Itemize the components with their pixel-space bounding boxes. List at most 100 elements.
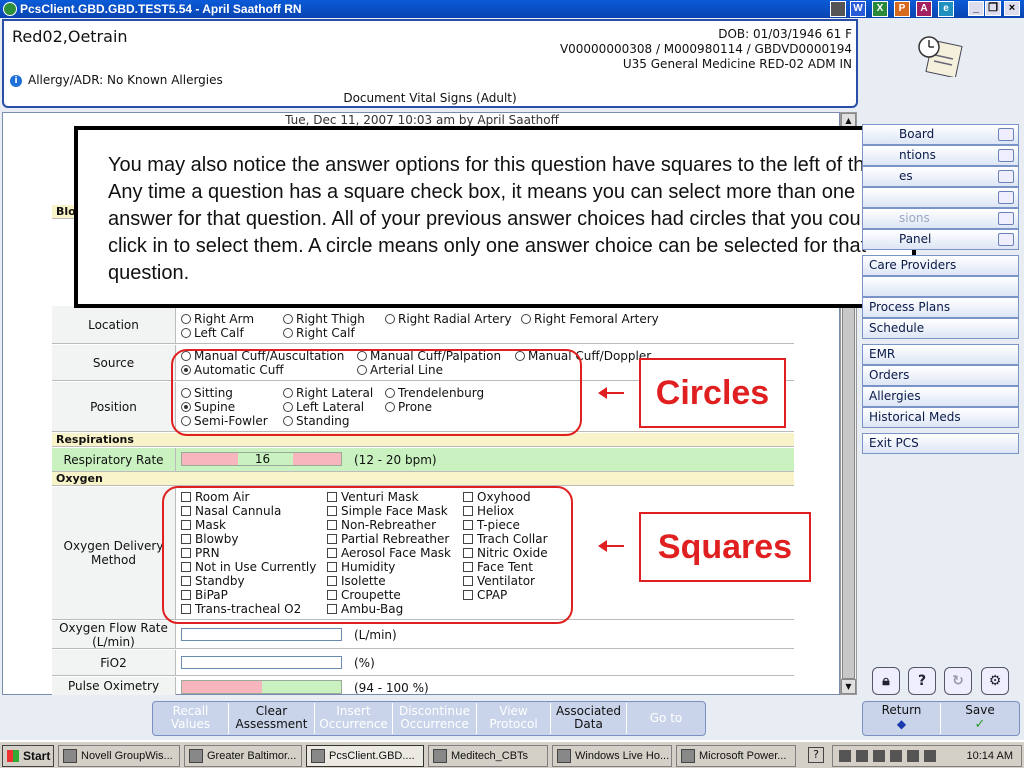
clock-text: 10:14 AM <box>966 750 1013 762</box>
save-button[interactable]: Save ✓ <box>941 703 1019 734</box>
system-tray: 10:14 AM <box>832 745 1022 767</box>
clear-assessment-button[interactable]: Clear Assessment <box>229 703 315 734</box>
restore-button[interactable]: ❐ <box>985 1 1001 16</box>
sidebar-item[interactable]: ntions <box>862 145 1019 166</box>
taskbar-app-icon <box>433 749 447 763</box>
respiratory-rate-label: Respiratory Rate <box>52 448 176 471</box>
taskbar-item[interactable]: Novell GroupWis... <box>58 745 180 767</box>
clipboard-clock-icon[interactable] <box>915 35 967 77</box>
radio-icon <box>521 314 531 324</box>
app-icon <box>3 2 17 16</box>
toolbar-app-icon[interactable] <box>830 1 846 17</box>
patient-header: Red02,Oetrain DOB: 01/03/1946 61 F V0000… <box>2 19 858 108</box>
pulse-oximetry-field[interactable] <box>181 680 342 694</box>
oxygen-flow-input[interactable] <box>181 628 342 641</box>
window-title: PcsClient.GBD.GBD.TEST5.54 - April Saath… <box>20 2 302 16</box>
oxygen-flow-label: Oxygen Flow Rate (L/min) <box>52 621 176 649</box>
radio-icon <box>181 314 191 324</box>
patient-name: Red02,Oetrain <box>12 27 128 46</box>
sidebar-item[interactable] <box>862 187 1019 208</box>
taskbar-app-icon <box>63 749 77 763</box>
sidebar-item[interactable]: Allergies <box>862 386 1019 407</box>
lock-icon[interactable]: 🔒︎ <box>872 667 900 695</box>
taskbar-item[interactable]: Meditech_CBTs <box>428 745 548 767</box>
location-option[interactable]: Right Radial Artery <box>385 312 512 326</box>
sidebar-item[interactable]: Exit PCS <box>862 433 1019 454</box>
window-titlebar: PcsClient.GBD.GBD.TEST5.54 - April Saath… <box>0 0 1024 18</box>
return-arrow-icon: ◆ <box>896 717 907 731</box>
taskbar-item[interactable]: Windows Live Ho... <box>552 745 672 767</box>
sidebar-item[interactable]: Historical Meds <box>862 407 1019 428</box>
help-icon[interactable]: ? <box>808 747 824 763</box>
taskbar-app-icon <box>557 749 571 763</box>
assessment-toolbar: Recall Values Clear Assessment Insert Oc… <box>152 701 706 736</box>
arrow-left-icon <box>598 387 624 399</box>
respiratory-rate-range: (12 - 20 bpm) <box>354 453 437 467</box>
fio2-row: FiO2 (%) <box>52 650 794 676</box>
position-label: Position <box>52 382 176 431</box>
respiratory-rate-value: 16 <box>254 452 271 466</box>
sidebar-item-icon <box>998 233 1014 246</box>
discontinue-occurrence-button[interactable]: Discontinue Occurrence <box>393 703 477 734</box>
location-label: Location <box>52 306 176 343</box>
arrow-left-icon <box>598 540 624 552</box>
location-option[interactable]: Left Calf <box>181 326 244 340</box>
sidebar-item[interactable]: Panel <box>862 229 1019 250</box>
sidebar-item-icon <box>998 170 1014 183</box>
sidebar-item-icon <box>998 212 1014 225</box>
tutorial-text: You may also notice the answer options f… <box>78 130 912 304</box>
patient-dob: DOB: 01/03/1946 61 F <box>718 27 852 41</box>
patient-details: DOB: 01/03/1946 61 F V00000000308 / M000… <box>560 27 852 72</box>
go-to-button[interactable]: Go to <box>627 703 705 734</box>
close-button[interactable]: × <box>1004 1 1020 16</box>
circles-callout: Circles <box>639 358 786 428</box>
fio2-input[interactable] <box>181 656 342 669</box>
sidebar-item[interactable]: es <box>862 166 1019 187</box>
return-button[interactable]: Return ◆ <box>863 703 941 734</box>
sidebar-item[interactable] <box>862 276 1019 297</box>
taskbar-item[interactable]: Greater Baltimor... <box>184 745 302 767</box>
taskbar-item[interactable]: PcsClient.GBD.... <box>306 745 424 767</box>
scroll-down-icon[interactable]: ▼ <box>841 679 856 694</box>
taskbar-app-icon <box>189 749 203 763</box>
settings-icon[interactable]: ⚙ <box>981 667 1009 695</box>
allergy-line[interactable]: i Allergy/ADR: No Known Allergies <box>10 73 223 87</box>
sidebar-item-icon <box>998 128 1014 141</box>
recall-values-button[interactable]: Recall Values <box>153 703 229 734</box>
associated-data-button[interactable]: Associated Data <box>551 703 627 734</box>
tray-icons[interactable] <box>839 750 939 762</box>
radio-icon <box>181 328 191 338</box>
refresh-icon[interactable]: ↻ <box>944 667 972 695</box>
location-option[interactable]: Right Arm <box>181 312 254 326</box>
pulse-oximetry-row: Pulse Oximetry (94 - 100 %) <box>52 677 794 695</box>
info-icon: i <box>10 74 22 87</box>
taskbar-item[interactable]: Microsoft Power... <box>676 745 796 767</box>
excel-icon[interactable]: X <box>872 1 888 17</box>
start-button[interactable]: Start <box>2 745 54 767</box>
squares-highlight <box>162 486 573 624</box>
sidebar-item[interactable]: Care Providers <box>862 255 1019 276</box>
access-icon[interactable]: A <box>916 1 932 17</box>
radio-icon <box>283 314 293 324</box>
help-icon[interactable]: ? <box>908 667 936 695</box>
sidebar-item[interactable]: EMR <box>862 344 1019 365</box>
taskbar-app-icon <box>681 749 695 763</box>
location-option[interactable]: Right Thigh <box>283 312 365 326</box>
sidebar-item[interactable]: Orders <box>862 365 1019 386</box>
sidebar-item[interactable]: Board <box>862 124 1019 145</box>
insert-occurrence-button[interactable]: Insert Occurrence <box>315 703 393 734</box>
location-option[interactable]: Right Calf <box>283 326 355 340</box>
ie-icon[interactable]: e <box>938 1 954 17</box>
powerpoint-icon[interactable]: P <box>894 1 910 17</box>
sidebar-item[interactable]: Process Plans <box>862 297 1019 318</box>
minimize-button[interactable]: _ <box>968 1 984 16</box>
respiratory-rate-field[interactable]: 16 <box>181 452 342 466</box>
sidebar-item[interactable]: sions <box>862 208 1019 229</box>
windows-taskbar: Start Novell GroupWis... Greater Baltimor… <box>0 740 1024 768</box>
range-low-zone <box>182 681 262 693</box>
sidebar-item[interactable]: Schedule <box>862 318 1019 339</box>
word-icon[interactable]: W <box>850 1 866 17</box>
view-protocol-button[interactable]: View Protocol <box>477 703 551 734</box>
checkmark-icon: ✓ <box>974 717 986 732</box>
location-option[interactable]: Right Femoral Artery <box>521 312 659 326</box>
